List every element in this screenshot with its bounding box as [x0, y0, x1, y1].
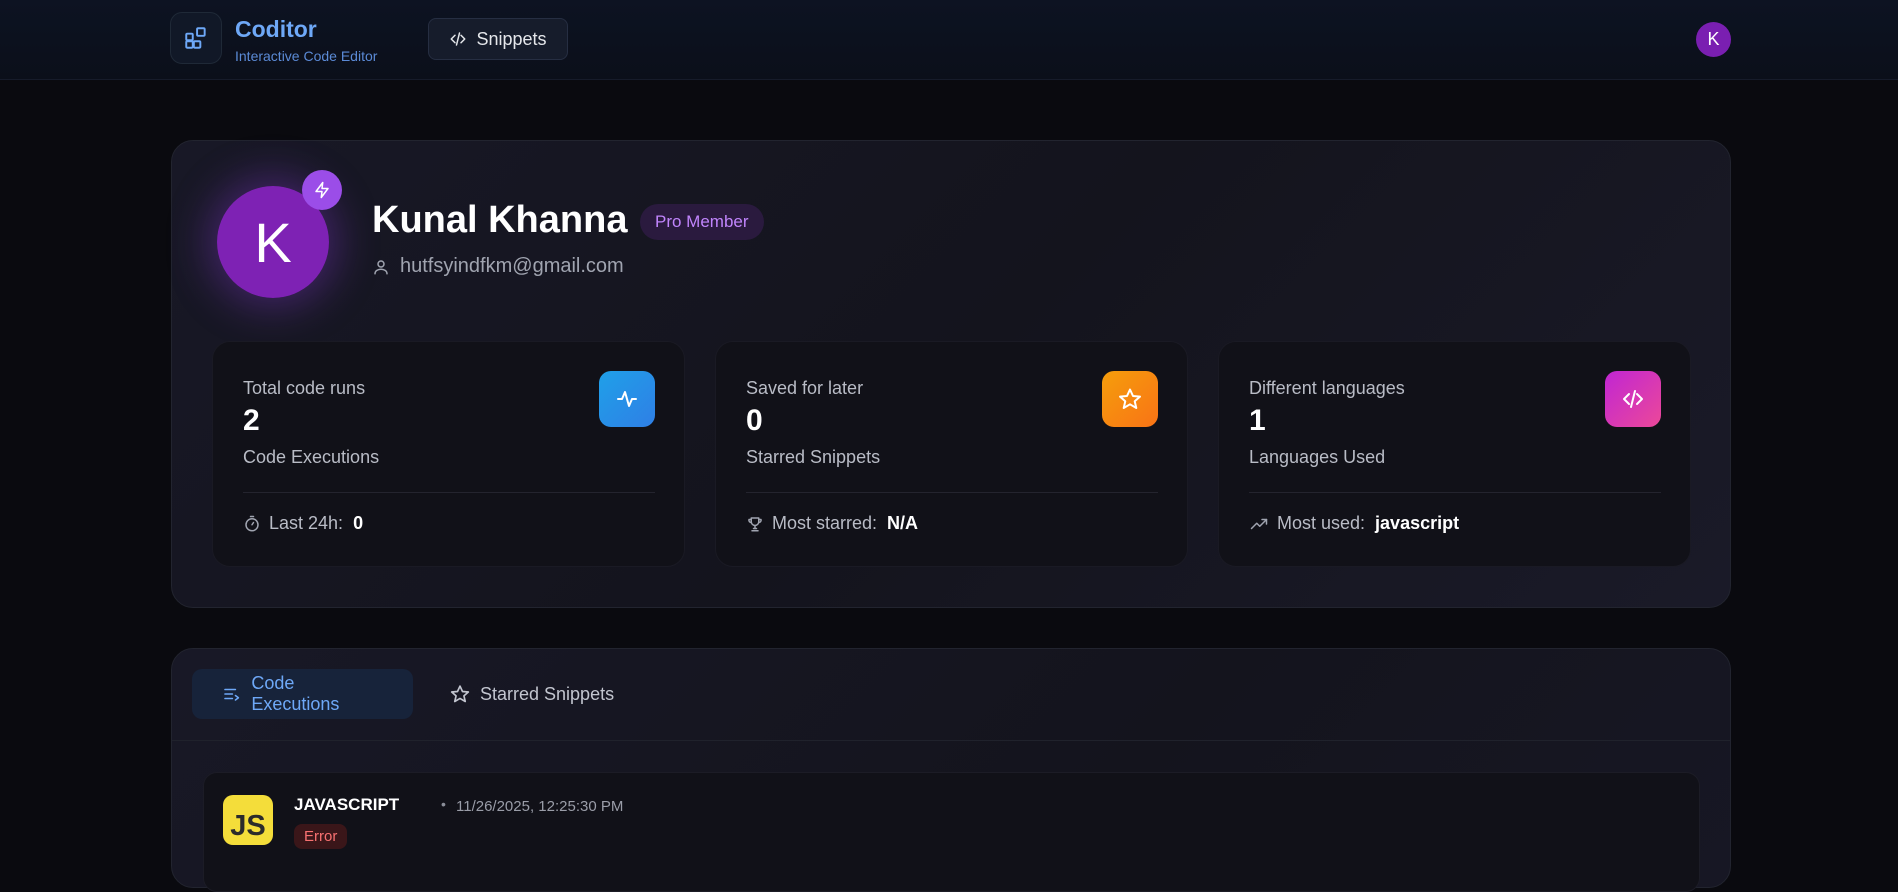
stat-value: 2 — [243, 404, 260, 437]
stat-footer: Last 24h: 0 — [243, 513, 363, 534]
stat-footer: Most used: javascript — [1249, 513, 1459, 534]
trending-up-icon — [1250, 518, 1268, 529]
stat-description: Code Executions — [243, 447, 380, 467]
stat-footer-label: Most starred: — [772, 513, 878, 533]
stat-footer-label: Last 24h: — [269, 513, 344, 533]
brand-subtitle: Interactive Code Editor — [235, 48, 378, 64]
snippets-button[interactable]: Snippets — [428, 18, 568, 60]
user-avatar-button[interactable]: K — [1696, 22, 1731, 57]
execution-status-badge: Error — [294, 824, 348, 849]
profile-card: K Kunal Khanna Pro Member hutfsyindfkm@g… — [171, 140, 1731, 608]
stat-divider — [243, 492, 655, 493]
tabs-divider — [172, 740, 1730, 741]
stat-footer-value: N/A — [887, 513, 919, 533]
brand-name[interactable]: Coditor — [235, 16, 317, 43]
stat-label: Saved for later — [746, 378, 864, 398]
stat-card-saved: Saved for later 0 Starred Snippets Most … — [715, 341, 1188, 567]
profile-email-row: hutfsyindfkm@gmail.com — [372, 255, 624, 278]
code-icon-tile — [1605, 371, 1661, 427]
pro-bolt-badge — [302, 170, 342, 210]
code-icon — [1623, 390, 1643, 408]
list-icon — [224, 688, 240, 701]
stat-footer-value: 0 — [353, 513, 364, 533]
stat-card-languages: Different languages 1 Languages Used Mos… — [1218, 341, 1691, 567]
stat-card-code-runs: Total code runs 2 Code Executions Last 2… — [212, 341, 685, 567]
javascript-logo-icon: JS — [223, 795, 273, 845]
top-navbar: Coditor Interactive Code Editor Snippets… — [0, 0, 1898, 80]
stat-divider — [1249, 492, 1661, 493]
executions-card: Code Executions Starred Snippets JS JAVA… — [171, 648, 1731, 892]
tab-code-executions[interactable]: Code Executions — [192, 669, 413, 719]
tab-label: Starred Snippets — [480, 683, 615, 704]
star-icon — [1119, 388, 1141, 409]
star-icon-tile — [1102, 371, 1158, 427]
stat-description: Languages Used — [1249, 447, 1386, 467]
app-logo[interactable] — [170, 12, 222, 64]
timer-icon — [245, 515, 259, 531]
stat-divider — [746, 492, 1158, 493]
stat-label: Total code runs — [243, 378, 366, 398]
stat-label: Different languages — [1249, 378, 1405, 398]
stat-description: Starred Snippets — [746, 447, 881, 467]
lightning-icon — [315, 181, 329, 199]
execution-language: JAVASCRIPT — [294, 795, 400, 814]
profile-email: hutfsyindfkm@gmail.com — [400, 255, 624, 277]
execution-item[interactable]: JS JAVASCRIPT • 11/26/2025, 12:25:30 PM … — [203, 772, 1700, 892]
star-icon — [450, 685, 470, 703]
stat-footer-label: Most used: — [1277, 513, 1366, 533]
code-icon — [450, 32, 466, 46]
blocks-icon — [185, 27, 206, 49]
snippets-label: Snippets — [476, 28, 547, 49]
stat-footer-value: javascript — [1375, 513, 1460, 533]
activity-icon-tile — [599, 371, 655, 427]
pro-member-badge: Pro Member — [640, 204, 764, 240]
separator-dot: • — [441, 796, 446, 812]
execution-timestamp: 11/26/2025, 12:25:30 PM — [456, 798, 624, 815]
trophy-icon — [748, 516, 762, 531]
stat-value: 0 — [746, 404, 763, 437]
profile-name: Kunal Khanna — [372, 199, 628, 241]
stat-value: 1 — [1249, 404, 1266, 437]
user-icon — [374, 259, 388, 274]
activity-icon — [617, 391, 637, 407]
stat-footer: Most starred: N/A — [746, 513, 918, 534]
tab-starred-snippets[interactable]: Starred Snippets — [430, 669, 634, 719]
tab-label: Code Executions — [251, 673, 340, 714]
